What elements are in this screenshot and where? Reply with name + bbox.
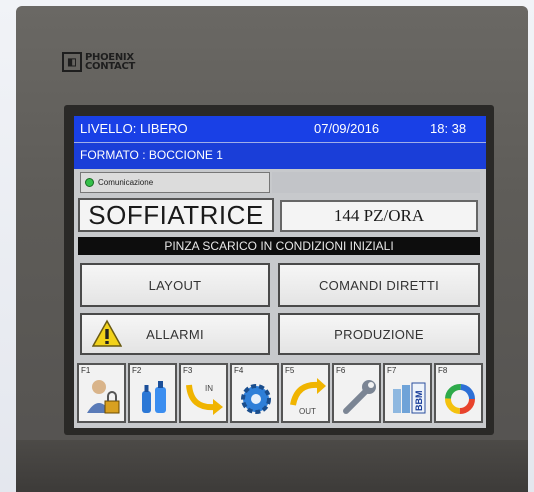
bbm-icon: BBM bbox=[393, 382, 426, 414]
bezel-bottom bbox=[16, 440, 528, 492]
color-ring-icon bbox=[445, 384, 475, 414]
communication-indicator: Comunicazione bbox=[80, 172, 270, 193]
production-rate: 144 PZ/ORA bbox=[280, 200, 478, 232]
format-bar: FORMATO : BOCCIONE 1 bbox=[74, 143, 486, 169]
status-dot-icon bbox=[85, 178, 94, 187]
f5-label: F5 bbox=[285, 366, 295, 375]
f1-label: F1 bbox=[81, 366, 91, 375]
f8-key[interactable]: F8 bbox=[434, 363, 483, 423]
f1-key[interactable]: F1 bbox=[77, 363, 126, 423]
f6-label: F6 bbox=[336, 366, 346, 375]
f5-key[interactable]: F5 OUT bbox=[281, 363, 330, 423]
f8-label: F8 bbox=[438, 366, 448, 375]
f3-key[interactable]: F3 IN bbox=[179, 363, 228, 423]
format-label: FORMATO : BOCCIONE 1 bbox=[80, 148, 223, 162]
function-key-bar: F1 F2 F3 IN F4 F5 OUT F6 F7 BBM F8 bbox=[77, 363, 483, 423]
f7-key[interactable]: F7 BBM bbox=[383, 363, 432, 423]
f3-label: F3 bbox=[183, 366, 193, 375]
comandi-diretti-button[interactable]: COMANDI DIRETTI bbox=[278, 263, 480, 307]
access-level: LIVELLO: LIBERO bbox=[80, 121, 188, 136]
user-lock-icon bbox=[87, 380, 120, 414]
f6-key[interactable]: F6 bbox=[332, 363, 381, 423]
f4-label: F4 bbox=[234, 366, 244, 375]
brand-mark-icon: ◧ bbox=[62, 52, 82, 72]
bbm-text: BBM bbox=[414, 391, 424, 412]
f2-label: F2 bbox=[132, 366, 142, 375]
status-message: PINZA SCARICO IN CONDIZIONI INIZIALI bbox=[78, 237, 480, 255]
f7-label: F7 bbox=[387, 366, 397, 375]
machine-name: SOFFIATRICE bbox=[78, 198, 274, 232]
communication-spacer bbox=[272, 172, 480, 193]
main-area: Comunicazione SOFFIATRICE 144 PZ/ORA PIN… bbox=[74, 169, 486, 428]
warning-icon bbox=[92, 319, 122, 347]
in-arrow-icon: IN bbox=[186, 384, 223, 415]
layout-button[interactable]: LAYOUT bbox=[80, 263, 270, 307]
produzione-button[interactable]: PRODUZIONE bbox=[278, 313, 480, 355]
gear-icon bbox=[241, 384, 271, 414]
time-display: 18: 38 bbox=[430, 121, 467, 136]
in-text: IN bbox=[205, 384, 213, 393]
hmi-screen: LIVELLO: LIBERO 07/09/2016 18: 38 FORMAT… bbox=[74, 116, 486, 428]
bottles-icon bbox=[142, 381, 166, 413]
f4-key[interactable]: F4 bbox=[230, 363, 279, 423]
brand-line-2: CONTACT bbox=[85, 61, 136, 72]
wrench-icon bbox=[343, 380, 376, 414]
header-bar: LIVELLO: LIBERO 07/09/2016 18: 38 bbox=[74, 116, 486, 143]
allarmi-label: ALLARMI bbox=[146, 326, 204, 342]
out-arrow-icon: OUT bbox=[290, 378, 326, 416]
f2-key[interactable]: F2 bbox=[128, 363, 177, 423]
brand-logo: ◧ PHOENIX CONTACT bbox=[62, 52, 135, 72]
date-display: 07/09/2016 bbox=[314, 121, 380, 136]
communication-label: Comunicazione bbox=[98, 178, 154, 187]
allarmi-button[interactable]: ALLARMI bbox=[80, 313, 270, 355]
out-text: OUT bbox=[299, 407, 316, 416]
